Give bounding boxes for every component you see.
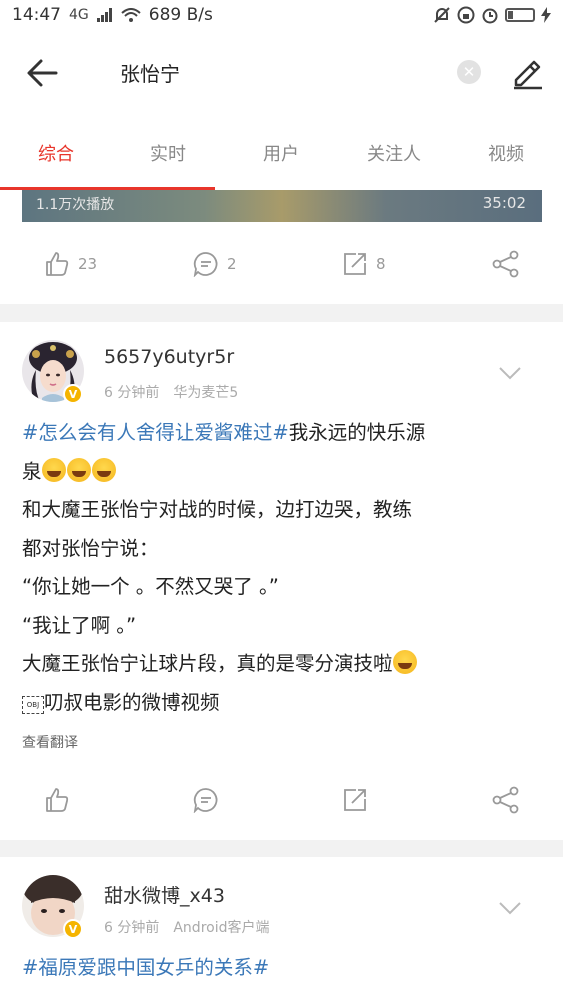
video-duration: 35:02 <box>482 194 526 212</box>
post-meta: 6 分钟前 Android客户端 <box>104 917 270 937</box>
verified-badge-icon: V <box>63 919 83 939</box>
comment-button[interactable] <box>193 778 219 822</box>
post-card: V 甜水微博_x43 6 分钟前 Android客户端 #福原爱跟中国女乒的关系# <box>0 857 563 1000</box>
post-line-7: 大魔王张怡宁让球片段，真的是零分演技啦 <box>22 652 393 675</box>
mute-bell-icon <box>434 7 450 23</box>
alarm-icon <box>482 8 498 24</box>
post-hashtag[interactable]: #怎么会有人舍得让爱酱难过# <box>22 421 289 444</box>
laugh-cry-emoji-icon <box>392 650 417 674</box>
post-body: #怎么会有人舍得让爱酱难过#我永远的快乐源 泉 和大魔王张怡宁对战的时候，边打边… <box>22 414 542 722</box>
search-query-text[interactable]: 张怡宁 <box>120 58 180 87</box>
tab-bar: 综合 实时 用户 关注人 视频 <box>0 115 563 190</box>
comment-icon <box>193 252 218 277</box>
comment-button[interactable]: 2 <box>193 242 237 286</box>
tab-realtime[interactable]: 实时 <box>146 140 190 166</box>
action-bar <box>0 778 563 822</box>
status-time: 14:47 <box>12 5 61 25</box>
post-line-4: 都对张怡宁说： <box>22 536 159 560</box>
comment-icon <box>193 788 218 813</box>
share-icon <box>492 786 519 814</box>
chevron-down-icon[interactable] <box>498 901 522 915</box>
repost-icon <box>344 789 366 811</box>
lock-rotation-icon <box>457 6 475 24</box>
search-header: 张怡宁 ✕ <box>0 30 563 115</box>
post-time: 6 分钟前 <box>104 385 160 401</box>
comment-count: 2 <box>227 255 237 273</box>
share-icon <box>492 250 519 278</box>
post-meta: 6 分钟前 华为麦芒5 <box>104 382 238 402</box>
post-body: #福原爱跟中国女乒的关系# <box>22 949 542 988</box>
like-button[interactable] <box>44 778 70 822</box>
post-device: 华为麦芒5 <box>173 385 239 401</box>
battery-icon <box>505 8 535 22</box>
post-time: 6 分钟前 <box>104 920 160 936</box>
repost-icon <box>344 253 366 275</box>
chevron-down-icon[interactable] <box>498 366 522 380</box>
tab-all[interactable]: 综合 <box>34 140 78 166</box>
like-icon <box>46 252 69 276</box>
compose-icon[interactable] <box>510 54 544 90</box>
post-line-6: “我让了啊 。” <box>22 613 137 637</box>
like-icon <box>46 788 69 812</box>
verified-badge-icon: V <box>63 384 83 404</box>
post-line-1: 我永远的快乐源 <box>288 421 426 444</box>
post-username[interactable]: 5657y6utyr5r <box>104 346 234 368</box>
network-speed: 689 B/s <box>148 5 213 25</box>
laugh-cry-emoji-icon <box>66 457 91 482</box>
object-placeholder-icon: OBJ <box>22 695 44 714</box>
post-card-previous: 1.1万次播放 35:02 23 2 8 <box>0 190 563 304</box>
post-device: Android客户端 <box>173 920 270 936</box>
post-line-2: 泉 <box>22 459 42 483</box>
wifi-icon <box>121 8 141 22</box>
tab-following[interactable]: 关注人 <box>361 140 427 166</box>
signal-icon <box>96 8 112 22</box>
clear-icon[interactable]: ✕ <box>457 60 481 84</box>
repost-button[interactable]: 8 <box>342 242 386 286</box>
network-icon: 4G <box>69 7 89 23</box>
back-arrow-icon[interactable] <box>24 55 60 91</box>
action-bar: 23 2 8 <box>0 242 563 286</box>
post-card: V 5657y6utyr5r 6 分钟前 华为麦芒5 #怎么会有人舍得让爱酱难过#… <box>0 322 563 840</box>
video-views: 1.1万次播放 <box>36 197 115 213</box>
like-count: 23 <box>78 255 98 273</box>
post-hashtag[interactable]: #福原爱跟中国女乒的关系# <box>22 956 269 979</box>
post-username[interactable]: 甜水微博_x43 <box>104 881 225 908</box>
repost-count: 8 <box>376 255 386 273</box>
post-line-5: “你让她一个 。不然又哭了 。” <box>22 575 279 598</box>
repost-button[interactable] <box>342 778 368 822</box>
status-bar: 14:47 4G 689 B/s <box>0 0 563 30</box>
like-button[interactable]: 23 <box>44 242 97 286</box>
video-thumbnail[interactable]: 1.1万次播放 35:02 <box>22 190 542 222</box>
share-button[interactable] <box>492 778 520 822</box>
laugh-cry-emoji-icon <box>41 457 66 482</box>
share-button[interactable] <box>492 242 520 286</box>
laugh-cry-emoji-icon <box>91 457 116 482</box>
tab-users[interactable]: 用户 <box>259 140 303 166</box>
video-link[interactable]: 叨叔电影的微博视频 <box>44 691 220 714</box>
tab-video[interactable]: 视频 <box>484 140 528 166</box>
charging-icon <box>541 7 551 23</box>
post-line-3: 和大魔王张怡宁对战的时候，边打边哭，教练 <box>22 498 413 521</box>
translate-link[interactable]: 查看翻译 <box>22 732 78 752</box>
